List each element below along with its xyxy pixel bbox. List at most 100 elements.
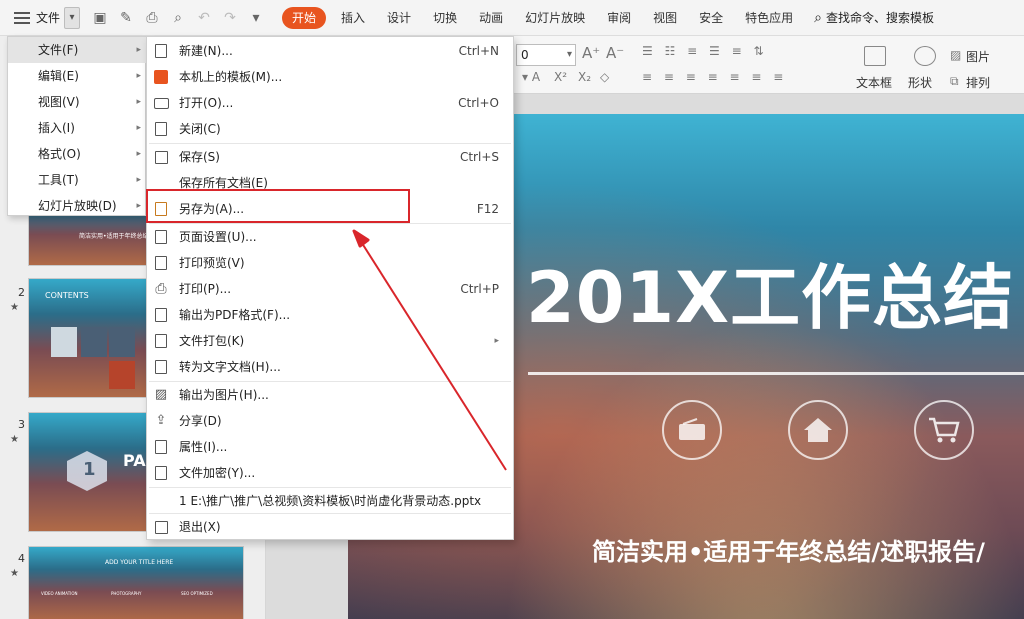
arrange-icon: ⧉ [950,74,959,88]
font-color-icon[interactable]: ▾ A [522,70,540,84]
menu-item-share[interactable]: ⇪ 分享(D) [147,408,513,434]
save-icon[interactable]: ▣ [92,10,108,26]
menu-item-label: 格式(O) [38,147,81,161]
menu-item-encrypt[interactable]: 文件加密(Y)... [147,460,513,486]
tab-features[interactable]: 特色应用 [734,0,804,36]
annotation-highlight-box [146,189,410,223]
cart-icon [914,400,974,460]
text-doc-icon [153,359,169,375]
ribbon-tabs: 开始 插入 设计 切换 动画 幻灯片放映 审阅 视图 安全 特色应用 [278,0,804,36]
menu-item-recent-file[interactable]: 1 E:\推广\推广\总视频\资料模板\时尚虚化背景动态.pptx [147,488,513,514]
picture-button[interactable]: 图片 [966,48,990,65]
chevron-down-icon[interactable]: ▾ [64,6,81,29]
menu-item-save[interactable]: 保存(S) Ctrl+S [147,144,513,170]
menu-item-label: 文件加密(Y)... [179,466,256,480]
redo-icon[interactable]: ↷ [222,10,238,26]
menu-item-page-setup[interactable]: 页面设置(U)... [147,224,513,250]
thumb-image [51,327,77,357]
share-icon: ⇪ [155,413,167,428]
print-icon[interactable]: ⎙ [144,10,160,26]
menu-item-label: 输出为图片(H)... [179,388,269,402]
menu-item-label: 打印(P)... [179,282,232,296]
menu-item-label: 退出(X) [179,520,221,534]
tab-insert[interactable]: 插入 [330,0,376,36]
menu-item-edit[interactable]: 编辑(E) ▸ [8,63,147,89]
slide-title[interactable]: 201X工作总结 [526,242,1014,343]
menu-item-tools[interactable]: 工具(T) ▸ [8,167,147,193]
chevron-right-icon: ▸ [136,97,141,107]
radio-icon [662,400,722,460]
undo-icon[interactable]: ↶ [196,10,212,26]
menu-item-format[interactable]: 格式(O) ▸ [8,141,147,167]
thumb-heading: PA [123,451,146,470]
format-painter-icon[interactable]: ✎ [118,10,134,26]
slide-number: 4 [18,552,25,565]
menu-item-label: 编辑(E) [38,69,79,83]
new-document-icon [153,43,169,59]
subscript-icon[interactable]: X₂ [578,70,591,84]
hamburger-icon[interactable] [14,11,30,24]
menu-item-print-preview[interactable]: 打印预览(V) [147,250,513,276]
menu-item-label: 文件打包(K) [179,334,245,348]
menu-item-label: 关闭(C) [179,122,221,136]
slide-number: 3 [18,418,25,431]
chevron-right-icon: ▸ [136,123,141,133]
print-preview-icon[interactable]: ⌕ [170,10,186,26]
font-size-input[interactable]: 0 [516,44,576,66]
menu-item-package[interactable]: 文件打包(K) ▸ [147,328,513,354]
menu-item-to-text-doc[interactable]: 转为文字文档(H)... [147,354,513,380]
menu-item-slideshow[interactable]: 幻灯片放映(D) ▸ [8,193,147,219]
animation-star-icon: ★ [10,434,19,445]
tab-review[interactable]: 审阅 [596,0,642,36]
tab-start[interactable]: 开始 [282,6,327,29]
tab-security[interactable]: 安全 [688,0,734,36]
tab-slideshow[interactable]: 幻灯片放映 [514,0,596,36]
shape-icon [914,46,936,66]
file-menu-button[interactable]: 文件 [36,9,60,26]
thumb-col: SEO OPTIMIZED [181,591,213,596]
menu-item-open[interactable]: 打开(O)... Ctrl+O [147,90,513,116]
menu-item-export-pdf[interactable]: 输出为PDF格式(F)... [147,302,513,328]
slide-subtitle[interactable]: 简洁实用•适用于年终总结/述职报告/ [592,532,985,567]
menu-item-label: 保存(S) [179,150,220,164]
menu-item-label: 幻灯片放映(D) [38,199,117,213]
superscript-icon[interactable]: X² [554,70,567,84]
textbox-button[interactable]: 文本框 [856,74,892,91]
menu-item-label: 视图(V) [38,95,80,109]
eraser-icon[interactable]: ◇ [600,70,609,84]
animation-star-icon: ★ [10,568,19,579]
customize-icon[interactable]: ▾ [248,10,264,26]
menu-item-new[interactable]: 新建(N)... Ctrl+N [147,38,513,64]
menu-item-label: 转为文字文档(H)... [179,360,281,374]
menu-item-file[interactable]: 文件(F) ▸ [8,37,147,63]
shape-button[interactable]: 形状 [908,74,932,91]
menu-item-local-templates[interactable]: 本机上的模板(M)... [147,64,513,90]
tab-view[interactable]: 视图 [642,0,688,36]
tab-animation[interactable]: 动画 [468,0,514,36]
menu-item-view[interactable]: 视图(V) ▸ [8,89,147,115]
menu-item-export-image[interactable]: ▨ 输出为图片(H)... [147,382,513,408]
decrease-font-icon[interactable]: A⁻ [606,44,624,62]
align-icons[interactable]: ≡ ≡ ≡ ≡ ≡ ≡ ≡ [642,70,787,84]
arrange-button[interactable]: 排列 [966,74,990,91]
menu-item-print[interactable]: ⎙ 打印(P)... Ctrl+P [147,276,513,302]
pdf-icon [153,307,169,323]
slide-thumbnail-4[interactable]: ADD YOUR TITLE HERE VIDEO ANIMATION PHOT… [28,546,244,619]
menu-item-label: 文件(F) [38,43,79,57]
thumb-home-tile [81,327,107,357]
command-search[interactable]: ⌕ 查找命令、搜索模板 [814,9,934,26]
textbox-icon [864,46,886,66]
tab-transition[interactable]: 切换 [422,0,468,36]
menu-item-label: 分享(D) [179,414,222,428]
menu-item-close[interactable]: 关闭(C) [147,116,513,142]
menu-item-properties[interactable]: 属性(I)... [147,434,513,460]
lock-document-icon [153,465,169,481]
thumb-heading: ADD YOUR TITLE HERE [105,559,174,566]
increase-font-icon[interactable]: A⁺ [582,44,600,62]
menu-item-exit[interactable]: 退出(X) [147,514,513,540]
menu-item-insert[interactable]: 插入(I) ▸ [8,115,147,141]
list-icons[interactable]: ☰ ☷ ≡ ☰ ≡ ⇅ [642,44,768,58]
tab-design[interactable]: 设计 [376,0,422,36]
chevron-right-icon: ▸ [494,336,499,346]
chevron-right-icon: ▸ [136,175,141,185]
